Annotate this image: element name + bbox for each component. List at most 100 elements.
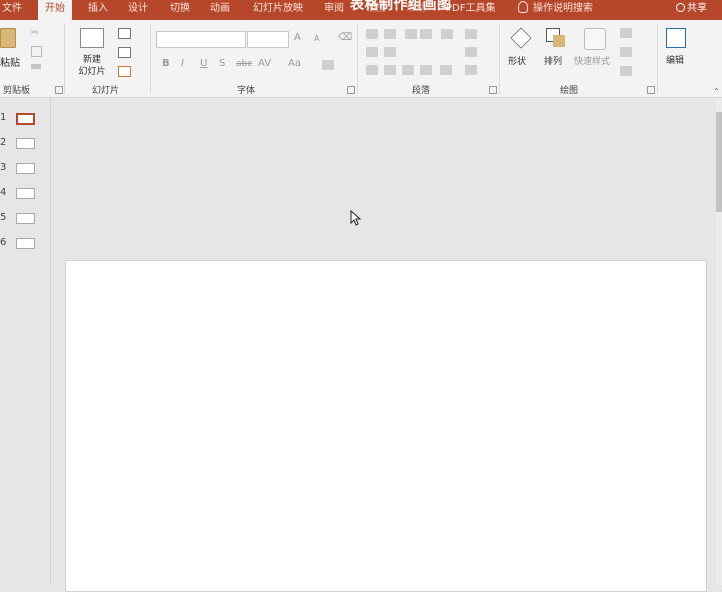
- shapes-icon: [510, 27, 532, 49]
- align-center-icon[interactable]: [384, 65, 396, 75]
- slide-number: 2: [0, 137, 7, 148]
- arrange-button[interactable]: 排列: [542, 26, 572, 78]
- align-left-icon[interactable]: [366, 65, 378, 75]
- tab-review[interactable]: 审阅: [324, 0, 344, 20]
- shadow-button[interactable]: S: [219, 58, 225, 69]
- scrollbar-thumb[interactable]: [716, 112, 722, 212]
- ribbon-tab-bar: 文件 开始 插入 设计 切换 动画 幻灯片放映 审阅 视图 帮助 PDF工具集 …: [0, 0, 722, 20]
- text-direction-icon[interactable]: [465, 29, 477, 39]
- group-divider: [499, 24, 500, 94]
- arrange-label: 排列: [544, 57, 563, 67]
- collapse-ribbon-icon[interactable]: ⌃: [713, 87, 720, 96]
- shapes-button[interactable]: 形状: [506, 26, 536, 78]
- slide-number: 5: [0, 212, 7, 223]
- tab-pdf-tools[interactable]: PDF工具集: [446, 0, 495, 20]
- font-launcher-icon[interactable]: [347, 86, 355, 94]
- tab-file[interactable]: 文件: [2, 0, 22, 20]
- underline-button[interactable]: U: [200, 58, 207, 69]
- group-divider: [357, 24, 358, 94]
- tab-design[interactable]: 设计: [128, 0, 148, 20]
- slide-number: 1: [0, 112, 7, 123]
- drawing-launcher-icon[interactable]: [647, 86, 655, 94]
- new-slide-label: 新建 幻灯片: [78, 55, 106, 77]
- copy-icon[interactable]: [31, 46, 42, 57]
- slide-thumbnail-selected[interactable]: [16, 113, 35, 125]
- columns-icon[interactable]: [440, 65, 452, 75]
- shape-effects-icon[interactable]: [620, 66, 632, 76]
- paragraph-launcher-icon[interactable]: [489, 86, 497, 94]
- tab-home[interactable]: 开始: [38, 0, 72, 20]
- drawing-group-label: 绘图: [560, 86, 579, 96]
- clipboard-group-label: 剪贴板: [3, 86, 31, 96]
- section-icon[interactable]: [118, 66, 131, 77]
- paste-button[interactable]: 粘贴: [0, 24, 24, 69]
- font-family-select[interactable]: [156, 31, 246, 48]
- tab-animations[interactable]: 动画: [210, 0, 230, 20]
- decrease-list-level-icon[interactable]: [366, 47, 378, 57]
- clear-format-icon[interactable]: ⌫: [338, 32, 352, 43]
- numbering-icon[interactable]: [384, 29, 396, 39]
- tab-insert[interactable]: 插入: [88, 0, 108, 20]
- tell-me-search[interactable]: 操作说明搜索: [518, 0, 593, 20]
- mouse-cursor-icon: [350, 210, 362, 226]
- slide-thumbnail[interactable]: [16, 163, 35, 174]
- quick-styles-button[interactable]: 快速样式: [574, 26, 618, 78]
- shapes-label: 形状: [508, 57, 527, 67]
- align-right-icon[interactable]: [402, 65, 414, 75]
- justify-icon[interactable]: [420, 65, 432, 75]
- slide-thumbnail[interactable]: [16, 238, 35, 249]
- bold-button[interactable]: B: [162, 58, 170, 69]
- clipboard-launcher-icon[interactable]: [55, 86, 63, 94]
- slide-number: 4: [0, 187, 7, 198]
- shape-outline-icon[interactable]: [620, 47, 632, 57]
- align-text-icon[interactable]: [465, 47, 477, 57]
- window-title: 表格制作组画图: [350, 0, 452, 13]
- person-icon: [676, 3, 685, 12]
- slides-group-label: 幻灯片: [92, 86, 120, 96]
- layout-icon[interactable]: [118, 28, 131, 39]
- increase-indent-icon[interactable]: [420, 29, 432, 39]
- arrange-icon-back: [553, 35, 565, 47]
- editing-button[interactable]: 编辑: [662, 26, 692, 78]
- bullets-icon[interactable]: [366, 29, 378, 39]
- cut-icon[interactable]: ✂: [30, 26, 39, 39]
- magnifier-icon: [666, 28, 686, 48]
- tab-transitions[interactable]: 切换: [170, 0, 190, 20]
- format-painter-icon[interactable]: [31, 64, 41, 69]
- share-label: 共享: [687, 3, 707, 14]
- current-slide[interactable]: [65, 260, 707, 592]
- paste-label: 粘贴: [0, 58, 20, 69]
- slide-thumbnail[interactable]: [16, 138, 35, 149]
- new-slide-button[interactable]: 新建 幻灯片: [70, 26, 114, 81]
- quick-styles-label: 快速样式: [574, 57, 611, 67]
- increase-list-level-icon[interactable]: [384, 47, 396, 57]
- shape-fill-icon[interactable]: [620, 28, 632, 38]
- slide-number: 3: [0, 162, 7, 173]
- smartart-icon[interactable]: [465, 65, 477, 75]
- font-size-select[interactable]: [247, 31, 289, 48]
- lightbulb-icon: [518, 1, 528, 13]
- share-button[interactable]: 共享: [676, 0, 707, 20]
- font-color-icon[interactable]: [322, 60, 334, 70]
- ribbon: 粘贴 ✂ 剪贴板 新建 幻灯片 幻灯片 A A ⌫ B I U S abc AV…: [0, 20, 722, 98]
- slide-thumbnail-pane: 1 2 3 4 5 6: [0, 98, 51, 585]
- shrink-font-icon[interactable]: A: [314, 34, 319, 43]
- tell-me-label: 操作说明搜索: [533, 3, 593, 14]
- group-divider: [150, 24, 151, 94]
- strikethrough-button[interactable]: abc: [236, 59, 252, 69]
- char-spacing-button[interactable]: AV: [258, 58, 271, 69]
- quick-styles-icon: [584, 28, 606, 50]
- decrease-indent-icon[interactable]: [405, 29, 417, 39]
- change-case-button[interactable]: Aa: [288, 58, 301, 69]
- tab-slideshow[interactable]: 幻灯片放映: [253, 0, 303, 20]
- slide-thumbnail[interactable]: [16, 213, 35, 224]
- line-spacing-icon[interactable]: [441, 29, 453, 39]
- slide-thumbnail[interactable]: [16, 188, 35, 199]
- reset-icon[interactable]: [118, 47, 131, 58]
- italic-button[interactable]: I: [181, 58, 184, 69]
- new-slide-icon: [80, 28, 104, 48]
- clipboard-icon: [0, 28, 16, 48]
- grow-font-icon[interactable]: A: [294, 32, 301, 43]
- group-divider: [64, 24, 65, 94]
- editing-label: 编辑: [666, 56, 685, 66]
